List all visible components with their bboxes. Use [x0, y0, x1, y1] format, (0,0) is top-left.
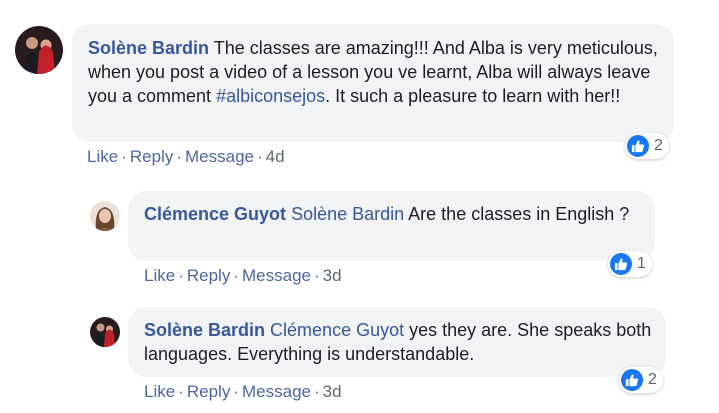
reply-button[interactable]: Reply [187, 382, 230, 401]
reaction-badge[interactable]: 1 [608, 251, 652, 277]
like-button[interactable]: Like [87, 147, 118, 166]
reaction-count: 2 [648, 371, 657, 388]
reply-button[interactable]: Reply [187, 266, 230, 285]
comment-author[interactable]: Solène Bardin [88, 38, 209, 58]
separator: · [176, 147, 182, 166]
comment-author[interactable]: Solène Bardin [144, 320, 265, 340]
comment-author[interactable]: Clémence Guyot [144, 204, 286, 224]
comment-bubble: Clémence Guyot Solène Bardin Are the cla… [128, 191, 655, 261]
mention-link[interactable]: Solène Bardin [291, 204, 404, 224]
like-button[interactable]: Like [144, 382, 175, 401]
comment-timestamp[interactable]: 3d [323, 266, 342, 285]
separator: · [313, 382, 320, 401]
reaction-badge[interactable]: 2 [619, 367, 663, 393]
reaction-count: 1 [637, 255, 646, 272]
comment-bubble: Solène Bardin Clémence Guyot yes they ar… [128, 307, 666, 377]
comment-timestamp[interactable]: 4d [266, 147, 285, 166]
comment-timestamp[interactable]: 3d [323, 382, 342, 401]
reaction-count: 2 [654, 137, 663, 154]
thumbs-up-icon [621, 369, 643, 391]
separator: · [178, 382, 184, 401]
comment-actions: Like · Reply · Message · 3d [144, 266, 342, 286]
separator: · [233, 382, 239, 401]
separator: · [233, 266, 239, 285]
separator: · [313, 266, 320, 285]
reaction-badge[interactable]: 2 [625, 133, 669, 159]
comment-actions: Like · Reply · Message · 4d [87, 147, 285, 167]
separator: · [178, 266, 184, 285]
like-button[interactable]: Like [144, 266, 175, 285]
message-button[interactable]: Message [185, 147, 254, 166]
avatar[interactable] [15, 26, 63, 74]
message-button[interactable]: Message [242, 382, 311, 401]
message-button[interactable]: Message [242, 266, 311, 285]
separator: · [256, 147, 263, 166]
comment-text: . It such a pleasure to learn with her!! [325, 86, 621, 106]
hashtag-link[interactable]: #albiconsejos [216, 86, 325, 106]
avatar[interactable] [90, 317, 120, 347]
avatar[interactable] [90, 201, 120, 231]
reply-button[interactable]: Reply [130, 147, 173, 166]
comment-bubble: Solène Bardin The classes are amazing!!!… [72, 24, 674, 142]
thumbs-up-icon [610, 253, 632, 275]
separator: · [121, 147, 127, 166]
comment-actions: Like · Reply · Message · 3d [144, 382, 342, 402]
comment-text: Are the classes in English ? [404, 204, 630, 224]
thumbs-up-icon [627, 135, 649, 157]
mention-link[interactable]: Clémence Guyot [270, 320, 404, 340]
